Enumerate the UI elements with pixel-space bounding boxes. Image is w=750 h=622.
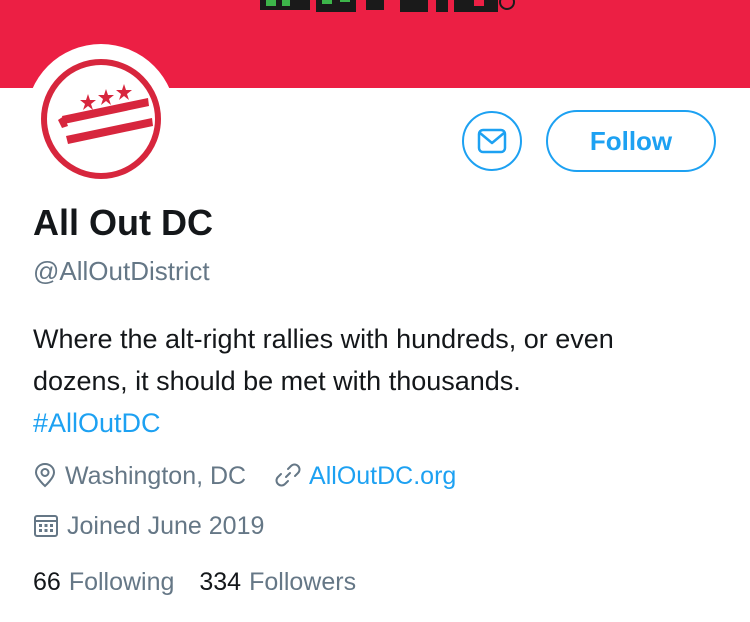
profile-meta-row: Joined June 2019 [33, 509, 264, 543]
bio-text-line: Where the alt-right rallies with hundred… [33, 324, 614, 354]
message-button[interactable] [462, 111, 522, 171]
profile-handle: @AllOutDistrict [33, 256, 210, 286]
profile-avatar[interactable] [26, 44, 176, 194]
following-link[interactable]: 66 Following [33, 565, 174, 599]
profile-display-name: All Out DC [33, 202, 213, 243]
dc-flag-logo-icon [41, 59, 161, 179]
following-count: 66 [33, 568, 61, 596]
joined-date: Joined June 2019 [67, 512, 265, 540]
followers-link[interactable]: 334 Followers [199, 565, 356, 599]
following-label: Following [68, 568, 175, 596]
profile-bio: Where the alt-right rallies with hundred… [33, 318, 723, 444]
profile-stats: 66 Following 334 Followers [33, 565, 374, 599]
envelope-icon [477, 128, 507, 154]
website-link[interactable]: AllOutDC.org [309, 462, 456, 490]
location-group: Washington, DC [33, 459, 246, 493]
location-pin-icon [34, 463, 56, 488]
followers-count: 334 [199, 568, 242, 596]
calendar-icon [34, 515, 58, 538]
follow-button[interactable]: Follow [546, 110, 716, 172]
bio-text-line: dozens, it should be met with thousands. [33, 366, 521, 396]
followers-label: Followers [249, 568, 357, 596]
banner-logo-image [260, 0, 515, 12]
bio-hashtag-link[interactable]: #AllOutDC [33, 402, 723, 444]
profile-meta-row: Washington, DC AllOutDC.org [33, 459, 456, 493]
link-icon [275, 463, 301, 487]
profile-page: Follow All Out DC @AllOutDistrict Where … [0, 0, 750, 622]
location-text: Washington, DC [65, 462, 247, 490]
